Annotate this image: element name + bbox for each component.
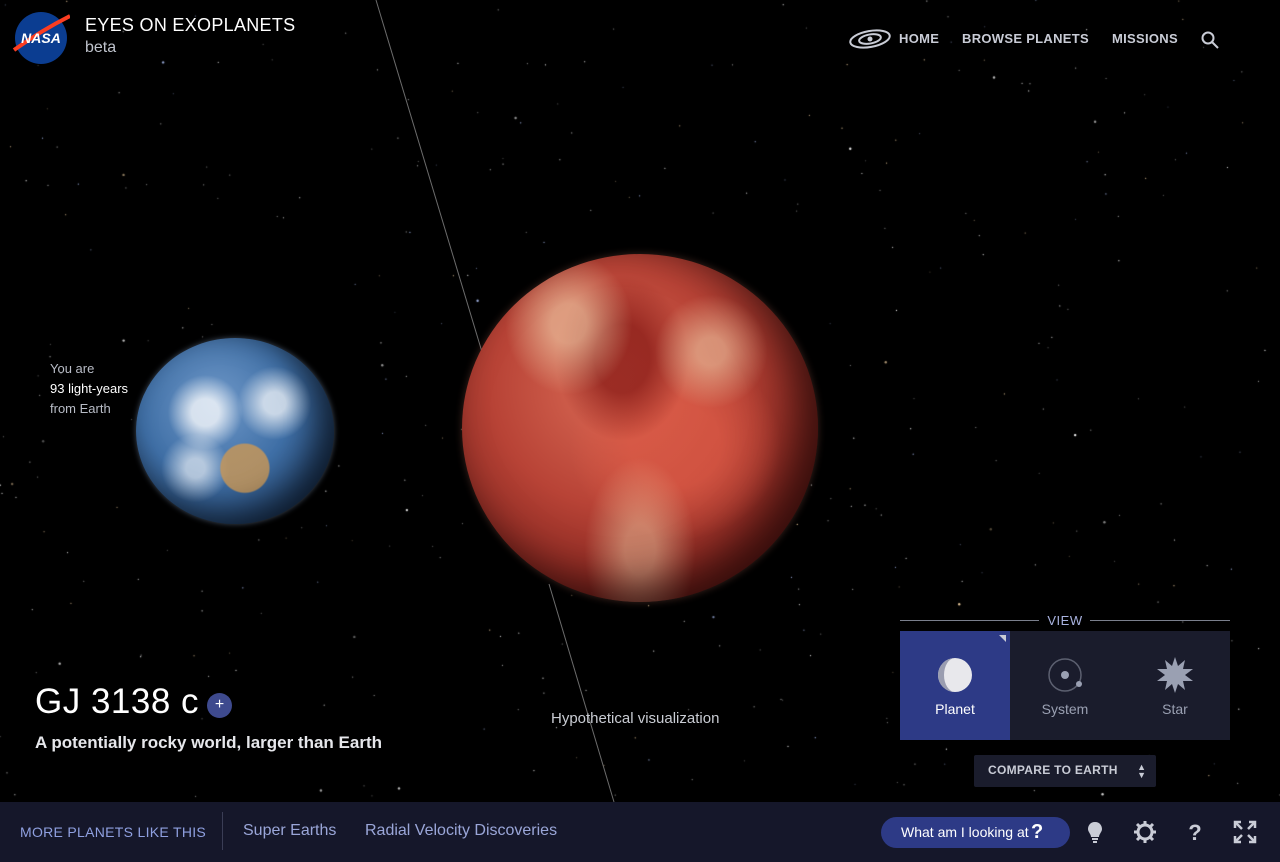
- svg-text:?: ?: [1188, 820, 1201, 844]
- help-icon[interactable]: ?: [1183, 820, 1207, 844]
- compare-label: COMPARE TO EARTH: [988, 763, 1118, 777]
- more-planets-label: MORE PLANETS LIKE THIS: [20, 824, 207, 840]
- nasa-logo-text: NASA: [21, 30, 61, 46]
- what-am-i-looking-at-button[interactable]: What am I looking at ?: [881, 817, 1070, 848]
- galaxy-icon[interactable]: [848, 27, 892, 51]
- view-star-button[interactable]: Star: [1120, 631, 1230, 740]
- planet-icon: [938, 658, 972, 692]
- settings-icon[interactable]: [1133, 820, 1157, 844]
- distance-readout: You are 93 light-years from Earth: [50, 359, 128, 419]
- view-star-label: Star: [1162, 701, 1188, 717]
- app-beta-label: beta: [85, 39, 117, 56]
- link-super-earths[interactable]: Super Earths: [243, 822, 336, 840]
- add-planet-button[interactable]: +: [207, 693, 232, 718]
- selected-corner-icon: [999, 635, 1006, 642]
- view-panel: VIEW Planet System Star: [900, 612, 1230, 740]
- view-header: VIEW: [900, 612, 1230, 628]
- distance-suffix: from Earth: [50, 401, 111, 416]
- distance-value: 93 light-years: [50, 381, 129, 396]
- hypothetical-visualization-label: Hypothetical visualization: [551, 710, 720, 727]
- app-title[interactable]: EYES ON EXOPLANETS: [85, 15, 295, 36]
- select-arrows-icon: ▲ ▼: [1137, 762, 1146, 780]
- planet-name: GJ 3138 c: [35, 682, 200, 721]
- question-icon: ?: [1031, 821, 1044, 843]
- view-planet-button[interactable]: Planet: [900, 631, 1010, 740]
- nav-missions[interactable]: MISSIONS: [1112, 31, 1178, 46]
- nasa-logo[interactable]: NASA: [12, 10, 70, 65]
- system-icon: [1048, 658, 1082, 692]
- view-planet-label: Planet: [935, 701, 975, 717]
- nav-home[interactable]: HOME: [899, 31, 939, 46]
- footer-divider: [222, 812, 223, 850]
- view-options: Planet System Star: [900, 631, 1230, 740]
- fullscreen-icon[interactable]: [1233, 820, 1257, 844]
- nav-browse-planets[interactable]: BROWSE PLANETS: [962, 31, 1089, 46]
- star-icon: [1157, 657, 1193, 693]
- link-radial-velocity[interactable]: Radial Velocity Discoveries: [365, 822, 557, 840]
- view-system-button[interactable]: System: [1010, 631, 1120, 740]
- footer-bar: MORE PLANETS LIKE THIS Super Earths Radi…: [0, 802, 1280, 862]
- header: NASA EYES ON EXOPLANETS beta HOME BROWSE…: [0, 0, 1280, 80]
- lightbulb-icon[interactable]: [1083, 820, 1107, 844]
- search-icon[interactable]: [1200, 30, 1220, 50]
- compare-to-earth-select[interactable]: COMPARE TO EARTH ▲ ▼: [974, 755, 1156, 787]
- what-am-i-label: What am I looking at: [901, 824, 1029, 840]
- distance-prefix: You are: [50, 361, 95, 376]
- view-label: VIEW: [1039, 613, 1091, 628]
- view-system-label: System: [1041, 701, 1089, 717]
- planet-description: A potentially rocky world, larger than E…: [35, 733, 382, 752]
- earth-globe[interactable]: [136, 338, 334, 524]
- exoplanet-globe[interactable]: [462, 254, 818, 602]
